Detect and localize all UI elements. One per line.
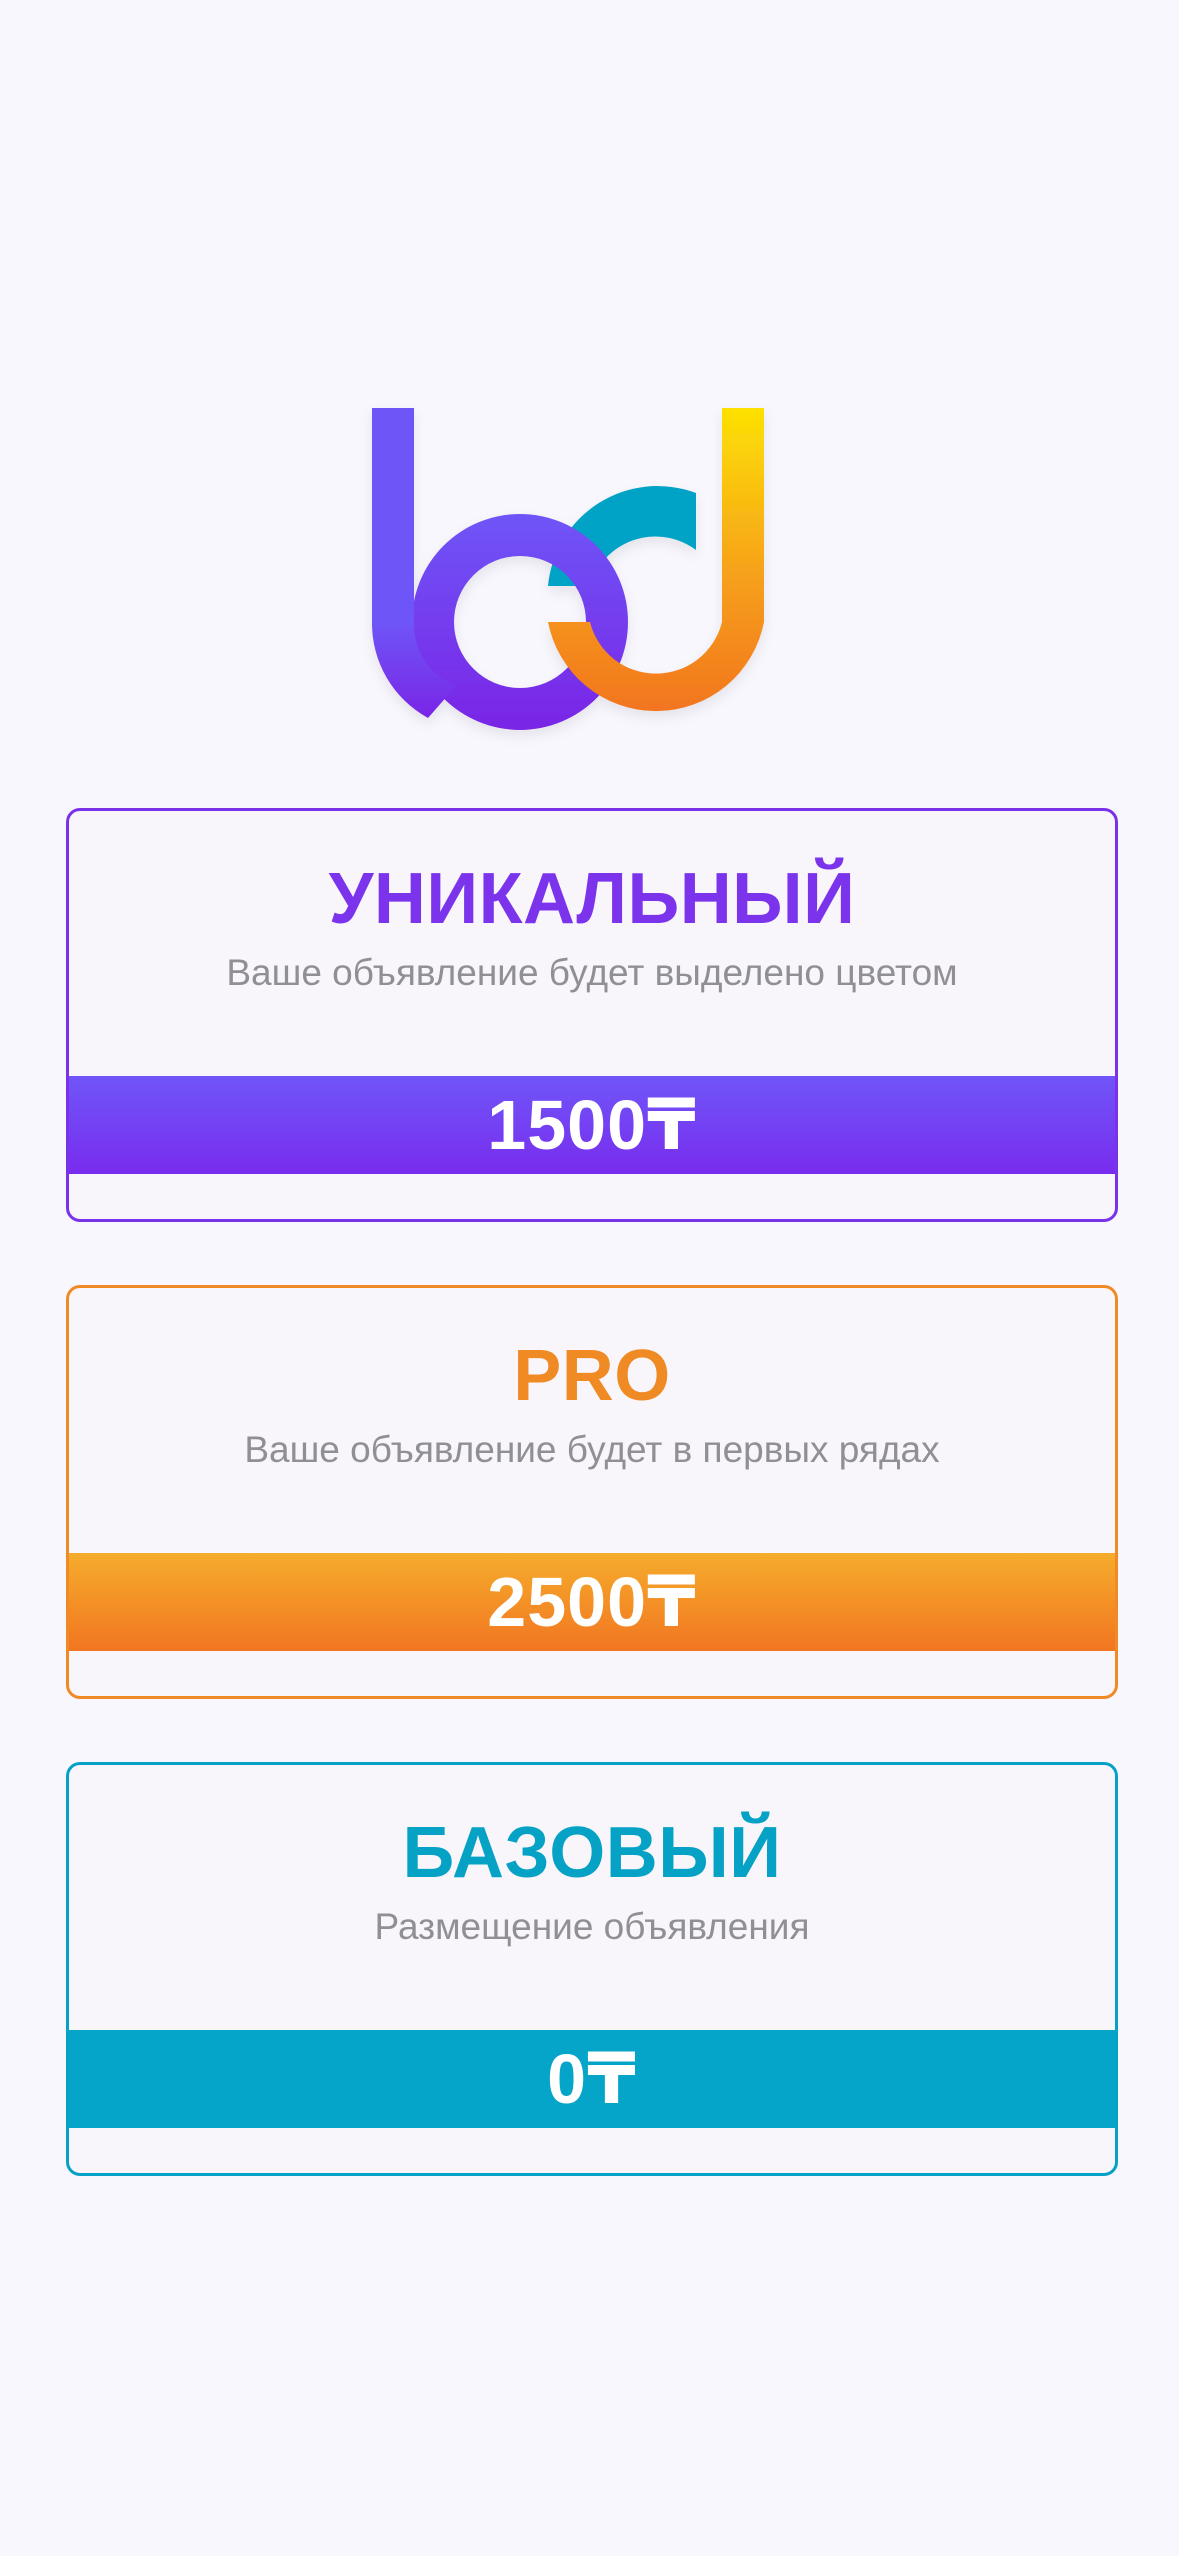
plan-price: 0₸ [547,2040,637,2118]
plan-card-basic[interactable]: БАЗОВЫЙ Размещение объявления 0₸ [66,1762,1118,2176]
plan-card-unique[interactable]: УНИКАЛЬНЫЙ Ваше объявление будет выделен… [66,808,1118,1222]
plan-price: 1500₸ [487,1086,697,1164]
plan-card-pro[interactable]: PRO Ваше объявление будет в первых рядах… [66,1285,1118,1699]
plan-price-bar[interactable]: 1500₸ [69,1076,1115,1174]
plan-price: 2500₸ [487,1563,697,1641]
plan-price-bar[interactable]: 2500₸ [69,1553,1115,1651]
app-logo [371,400,764,732]
bd-logo-icon [371,408,764,730]
plan-description: Размещение объявления [374,1906,810,1947]
plan-description: Ваше объявление будет в первых рядах [244,1429,940,1470]
plan-title: БАЗОВЫЙ [402,1813,782,1893]
plan-title: PRO [513,1336,671,1416]
plan-description: Ваше объявление будет выделено цветом [226,952,958,993]
plan-title: УНИКАЛЬНЫЙ [328,859,856,939]
plan-price-bar[interactable]: 0₸ [69,2030,1115,2128]
